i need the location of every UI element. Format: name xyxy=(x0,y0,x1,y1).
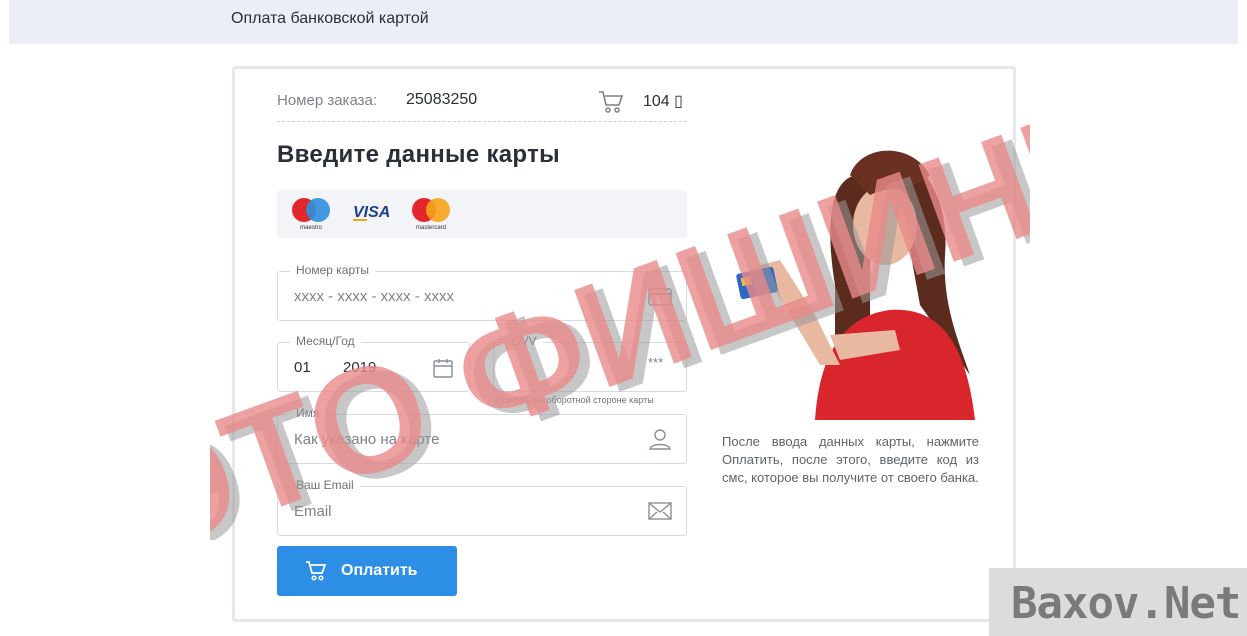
card-brands-bar: maestro VISA mastercard xyxy=(277,190,687,238)
maestro-logo-icon: maestro xyxy=(292,198,330,231)
watermark-box: Baxov.Net xyxy=(989,568,1247,636)
woman-holding-card-image xyxy=(736,150,975,420)
email-placeholder: Email xyxy=(294,503,332,520)
watermark-text: Baxov.Net xyxy=(1011,578,1241,629)
svg-text:maestro: maestro xyxy=(300,225,322,231)
email-field[interactable]: Ваш Email Email xyxy=(277,478,687,536)
visa-logo-icon: VISA xyxy=(353,204,390,221)
name-placeholder: Как указано на карте xyxy=(294,431,440,448)
page-header: Оплата банковской картой xyxy=(9,0,1238,44)
email-label: Ваш Email xyxy=(290,478,360,492)
order-number-value: 25083250 xyxy=(406,91,478,108)
user-icon xyxy=(649,429,671,450)
cart-icon xyxy=(599,91,624,113)
name-label: Имя xyxy=(290,406,326,420)
expiry-year[interactable]: 2019 xyxy=(343,359,376,376)
card-number-label: Номер карты xyxy=(290,263,375,277)
expiry-label: Месяц/Год xyxy=(290,334,361,348)
order-info-row: Номер заказа: 25083250 104 ▯ xyxy=(277,90,687,122)
mastercard-logo-icon: mastercard xyxy=(412,198,450,231)
pay-button-label: Оплатить xyxy=(341,562,418,579)
name-field[interactable]: Имя Как указано на карте xyxy=(277,406,687,464)
svg-text:VISA: VISA xyxy=(353,204,390,221)
envelope-icon xyxy=(648,502,672,520)
card-number-placeholder: xxxx - xxxx - xxxx - xxxx xyxy=(294,288,454,305)
info-text: После ввода данных карты, нажмите Оплати… xyxy=(722,434,979,485)
cart-icon xyxy=(306,561,327,581)
expiry-month[interactable]: 01 xyxy=(294,359,311,376)
cvv-field[interactable]: CVV *** xyxy=(493,334,687,392)
svg-text:mastercard: mastercard xyxy=(416,225,446,231)
page-title: Оплата банковской картой xyxy=(231,10,429,27)
expiry-field[interactable]: Месяц/Год 01 2019 xyxy=(277,334,470,392)
cvv-hint: 3 цифры на оборотной стороне карты xyxy=(495,395,654,405)
order-number-label: Номер заказа: xyxy=(277,92,378,109)
form-heading: Введите данные карты xyxy=(277,141,560,168)
cvv-mask-icon: *** xyxy=(648,355,664,370)
pay-button[interactable]: Оплатить xyxy=(277,546,457,596)
credit-card-icon xyxy=(648,288,672,306)
card-number-field[interactable]: Номер карты xxxx - xxxx - xxxx - xxxx xyxy=(277,263,687,321)
calendar-icon xyxy=(433,359,453,378)
cvv-label: CVV xyxy=(506,334,543,348)
order-amount: 104 ▯ xyxy=(643,93,683,110)
